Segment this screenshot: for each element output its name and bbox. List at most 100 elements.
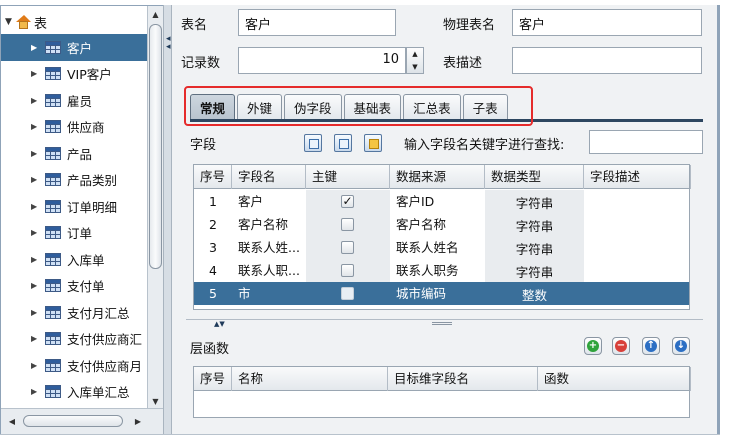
primary-key-cell[interactable]: ✓ xyxy=(306,190,390,213)
column-header[interactable]: 主键 xyxy=(306,165,390,189)
expand-arrow-icon[interactable]: ▶ xyxy=(31,69,45,78)
primary-key-cell[interactable] xyxy=(306,213,390,236)
expand-arrow-icon[interactable]: ▶ xyxy=(31,202,45,211)
expand-arrow-icon[interactable]: ▶ xyxy=(31,96,45,105)
expand-arrow-icon[interactable]: ▶ xyxy=(31,387,45,396)
scroll-thumb[interactable] xyxy=(149,24,162,269)
data-source-cell[interactable]: 联系人姓名 xyxy=(390,236,485,259)
primary-key-checkbox[interactable]: ✓ xyxy=(341,195,354,208)
primary-key-cell[interactable] xyxy=(306,236,390,259)
add-button[interactable]: + xyxy=(584,337,602,355)
tree-item[interactable]: ▶ 入库单汇总 xyxy=(1,379,147,406)
field-name-cell[interactable]: 联系人姓... xyxy=(232,236,306,259)
data-type-cell[interactable]: 字符串 xyxy=(485,259,584,282)
field-name-cell[interactable]: 联系人职... xyxy=(232,259,306,282)
tree-vertical-scrollbar[interactable]: ▲ ▼ xyxy=(147,6,163,409)
expand-arrow-icon[interactable]: ▶ xyxy=(31,43,45,52)
expand-arrow-icon[interactable]: ▶ xyxy=(31,308,45,317)
remove-button[interactable]: − xyxy=(612,337,630,355)
tree-item[interactable]: ▶ 雇员 xyxy=(1,87,147,114)
column-header[interactable]: 字段描述 xyxy=(584,165,691,189)
primary-key-checkbox[interactable] xyxy=(341,241,354,254)
tree-item[interactable]: ▶ 支付供应商汇 xyxy=(1,326,147,353)
stepper-up-icon[interactable]: ▲ xyxy=(407,48,423,61)
field-desc-cell[interactable] xyxy=(584,282,691,305)
field-desc-cell[interactable] xyxy=(584,213,691,236)
column-header[interactable]: 名称 xyxy=(232,367,388,391)
field-desc-cell[interactable] xyxy=(584,190,691,213)
add-field-icon[interactable] xyxy=(304,134,322,152)
field-name-cell[interactable]: 客户名称 xyxy=(232,213,306,236)
tree-item[interactable]: ▶ 产品类别 xyxy=(1,167,147,194)
expand-arrow-icon[interactable]: ▶ xyxy=(31,361,45,370)
stepper-down-icon[interactable]: ▼ xyxy=(407,61,423,74)
move-down-button[interactable]: ↓ xyxy=(672,337,690,355)
expand-arrow-icon[interactable]: ▶ xyxy=(31,228,45,237)
data-type-cell[interactable]: 字符串 xyxy=(485,236,584,259)
field-desc-cell[interactable] xyxy=(584,259,691,282)
tree-item[interactable]: ▶ 产品 xyxy=(1,140,147,167)
move-up-button[interactable]: ↑ xyxy=(642,337,660,355)
tree-horizontal-scrollbar[interactable]: ◀ ▶ xyxy=(1,408,163,434)
tree-item[interactable]: ▶ 供应商 xyxy=(1,114,147,141)
primary-key-checkbox[interactable] xyxy=(341,287,354,300)
tree-item[interactable]: ▶ 入库单 xyxy=(1,246,147,273)
table-name-input[interactable]: 客户 xyxy=(238,9,396,36)
tree-item[interactable]: ▶ 支付月汇总 xyxy=(1,299,147,326)
expand-arrow-icon[interactable]: ▶ xyxy=(31,255,45,264)
scroll-thumb-horizontal[interactable] xyxy=(23,415,123,427)
data-source-cell[interactable]: 客户ID xyxy=(390,190,485,213)
data-type-cell[interactable]: 字符串 xyxy=(485,213,584,236)
data-type-cell[interactable]: 字符串 xyxy=(485,190,584,213)
primary-key-checkbox[interactable] xyxy=(341,264,354,277)
record-count-stepper[interactable]: ▲ ▼ xyxy=(406,47,424,74)
expand-arrow-icon[interactable]: ▼ xyxy=(5,17,16,27)
splitter-grip[interactable] xyxy=(432,322,452,325)
table-row[interactable]: 3 联系人姓... 联系人姓名 字符串 xyxy=(194,236,689,259)
column-header[interactable]: 目标维字段名 xyxy=(388,367,538,391)
scroll-left-icon[interactable]: ◀ xyxy=(5,414,19,428)
table-row[interactable]: 2 客户名称 客户名称 字符串 xyxy=(194,213,689,236)
tree-item[interactable]: ▶ 订单 xyxy=(1,220,147,247)
data-source-cell[interactable]: 客户名称 xyxy=(390,213,485,236)
tree-item[interactable]: ▶ 客户 xyxy=(1,34,147,61)
scroll-down-icon[interactable]: ▼ xyxy=(148,393,163,409)
column-header[interactable]: 数据类型 xyxy=(485,165,584,189)
physical-name-input[interactable]: 客户 xyxy=(512,9,702,36)
tree-root[interactable]: ▼ 表 xyxy=(5,12,47,32)
expand-arrow-icon[interactable]: ▶ xyxy=(31,281,45,290)
paste-field-icon[interactable] xyxy=(364,134,382,152)
splitter-arrows-icon[interactable]: ▲▼ xyxy=(214,320,225,328)
tree-item[interactable]: ▶ 支付单 xyxy=(1,273,147,300)
primary-key-cell[interactable] xyxy=(306,259,390,282)
scroll-right-icon[interactable]: ▶ xyxy=(131,414,145,428)
field-search-input[interactable] xyxy=(589,130,703,154)
scroll-up-icon[interactable]: ▲ xyxy=(148,6,163,22)
expand-arrow-icon[interactable]: ▶ xyxy=(31,334,45,343)
primary-key-checkbox[interactable] xyxy=(341,218,354,231)
column-header[interactable]: 字段名 xyxy=(232,165,306,189)
section-splitter[interactable]: ▲▼ xyxy=(186,319,703,328)
column-header[interactable]: 序号 xyxy=(194,367,232,391)
table-row[interactable]: 5 市 城市编码 整数 xyxy=(194,282,689,305)
field-name-cell[interactable]: 客户 xyxy=(232,190,306,213)
data-source-cell[interactable]: 城市编码 xyxy=(390,282,485,305)
column-header[interactable]: 函数 xyxy=(538,367,691,391)
collapse-arrows-icon[interactable]: ◂ ◂ xyxy=(166,35,171,52)
data-type-cell[interactable]: 整数 xyxy=(485,282,584,305)
tree-item[interactable]: ▶ 订单明细 xyxy=(1,193,147,220)
expand-arrow-icon[interactable]: ▶ xyxy=(31,122,45,131)
panel-splitter[interactable]: ◂ ◂ xyxy=(163,5,172,435)
copy-field-icon[interactable] xyxy=(334,134,352,152)
data-source-cell[interactable]: 联系人职务 xyxy=(390,259,485,282)
record-count-input[interactable]: 10 xyxy=(238,47,406,74)
tree-item[interactable]: ▶ VIP客户 xyxy=(1,61,147,88)
tree-item[interactable]: ▶ 支付供应商月 xyxy=(1,352,147,379)
expand-arrow-icon[interactable]: ▶ xyxy=(31,175,45,184)
table-row[interactable]: 1 客户 ✓ 客户ID 字符串 xyxy=(194,190,689,213)
column-header[interactable]: 数据来源 xyxy=(390,165,485,189)
field-desc-cell[interactable] xyxy=(584,236,691,259)
table-desc-input[interactable] xyxy=(512,47,702,74)
expand-arrow-icon[interactable]: ▶ xyxy=(31,149,45,158)
primary-key-cell[interactable] xyxy=(306,282,390,305)
